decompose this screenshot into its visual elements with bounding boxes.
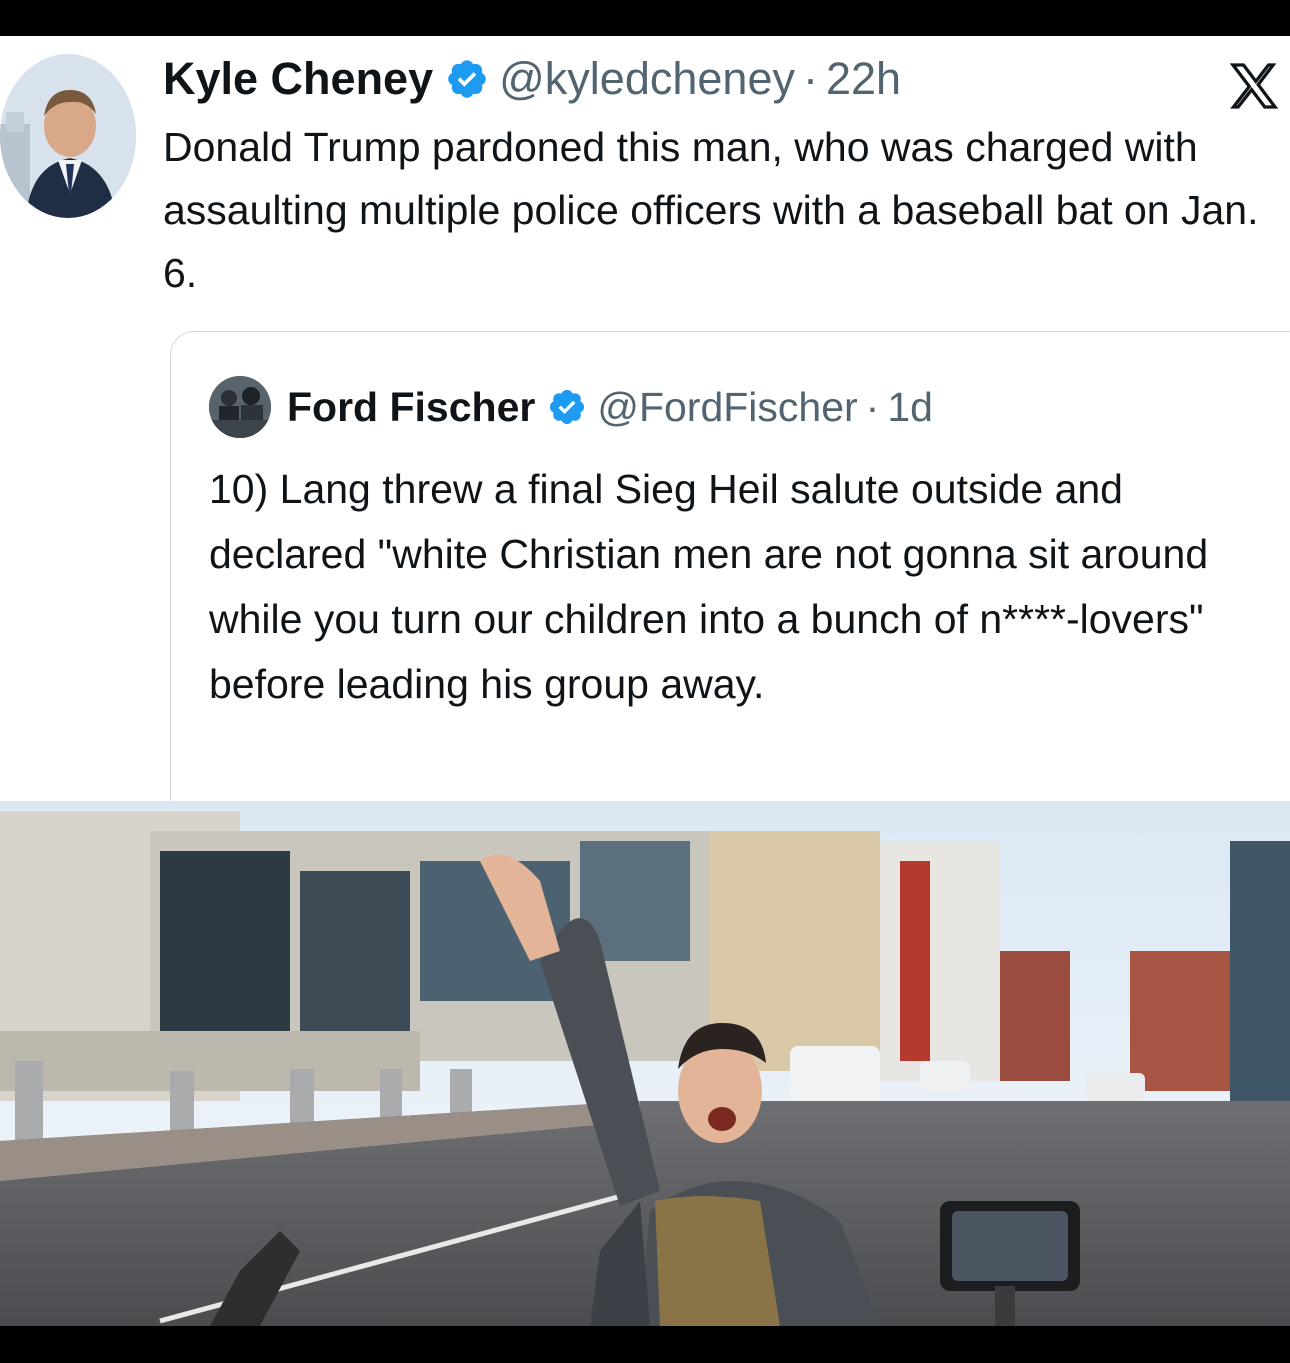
separator-dot: · (865, 383, 880, 430)
quoted-tweet-header: Ford Fischer @FordFischer · 1d (287, 372, 933, 442)
quoted-author-handle[interactable]: @FordFischer (597, 384, 857, 431)
verified-badge-icon (550, 389, 585, 425)
tweet-time[interactable]: 22h (826, 53, 901, 105)
quoted-tweet-time[interactable]: 1d (887, 384, 933, 431)
tweet-card[interactable]: Kyle Cheney @kyledcheney · 22h Donald Tr… (0, 36, 1290, 1326)
author-avatar[interactable] (0, 54, 136, 218)
quoted-tweet-photo[interactable] (0, 801, 1290, 1326)
author-name[interactable]: Kyle Cheney (163, 53, 433, 105)
x-logo-icon (1229, 63, 1279, 109)
separator-dot: · (802, 53, 818, 104)
verified-badge-icon (448, 60, 486, 98)
quoted-author-name[interactable]: Ford Fischer (287, 384, 535, 431)
author-handle[interactable]: @kyledcheney (499, 53, 795, 105)
tweet-header: Kyle Cheney @kyledcheney · 22h (163, 44, 901, 114)
quoted-tweet-text: 10) Lang threw a final Sieg Heil salute … (209, 466, 1209, 707)
tweet-text: Donald Trump pardoned this man, who was … (163, 124, 1259, 296)
quoted-author-avatar[interactable] (209, 376, 271, 438)
